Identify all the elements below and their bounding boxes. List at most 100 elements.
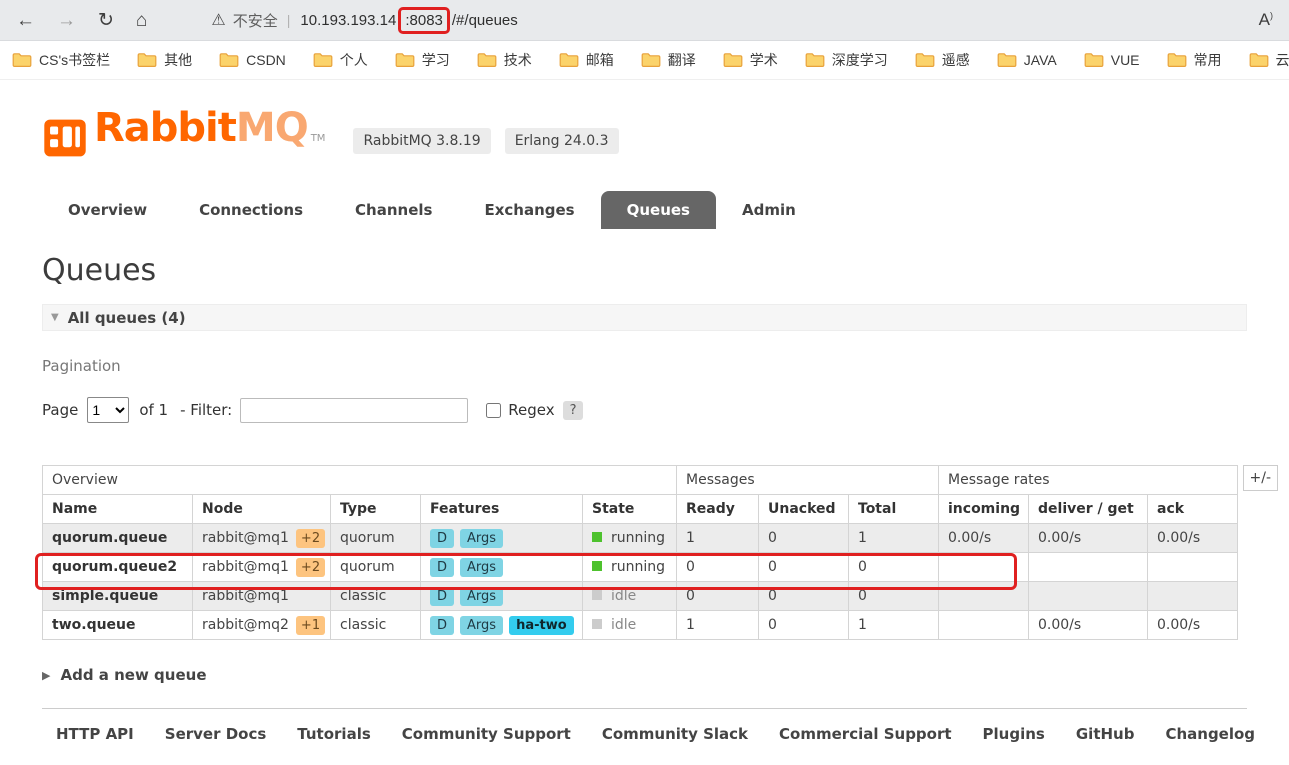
bookmark-folder[interactable]: 遥感	[915, 50, 970, 70]
state-indicator-icon	[592, 532, 602, 542]
expand-triangle-icon: ▶	[42, 668, 51, 682]
help-badge[interactable]: ?	[562, 400, 584, 420]
column-header-state: State	[582, 494, 677, 524]
tab-exchanges[interactable]: Exchanges	[458, 191, 600, 229]
tab-admin[interactable]: Admin	[716, 191, 822, 229]
queue-ack: 0.00/s	[1146, 523, 1239, 553]
footer-link-http-api[interactable]: HTTP API	[56, 725, 134, 743]
filter-input[interactable]	[240, 397, 469, 423]
queue-state: idle	[582, 610, 677, 640]
state-indicator-icon	[592, 561, 602, 571]
state-label: idle	[611, 617, 637, 633]
columns-toggle-button[interactable]: +/-	[1242, 465, 1278, 491]
node-count-badge: +2	[295, 558, 326, 577]
bookmark-label: 学习	[421, 52, 450, 68]
feature-badge-d[interactable]: D	[430, 616, 455, 635]
bookmark-folder[interactable]: JAVA	[997, 52, 1057, 68]
bookmark-folder[interactable]: 邮箱	[559, 50, 614, 70]
feature-badge-d[interactable]: D	[430, 558, 455, 577]
read-aloud-icon[interactable]: A)	[1259, 10, 1273, 30]
bookmark-folder[interactable]: 个人	[313, 50, 368, 70]
folder-icon	[313, 53, 333, 67]
node-text: rabbit@mq1	[202, 530, 289, 546]
bookmark-folder[interactable]: VUE	[1084, 52, 1140, 68]
column-header-node: Node	[192, 494, 331, 524]
bookmark-folder[interactable]: 常用	[1167, 50, 1222, 70]
bookmark-label: 其他	[164, 52, 193, 68]
feature-badge-d[interactable]: D	[430, 529, 455, 548]
bookmark-folder[interactable]: 学术	[723, 50, 778, 70]
bookmark-label: 常用	[1193, 52, 1222, 68]
address-bar[interactable]: ⚠ 不安全 | 10.193.193.14 :8083 /#/queues	[211, 6, 1258, 34]
version-badges: RabbitMQ 3.8.19 Erlang 24.0.3	[353, 128, 619, 154]
feature-badge-args[interactable]: Args	[460, 616, 504, 635]
footer-link-github[interactable]: GitHub	[1076, 725, 1135, 743]
bookmark-folder[interactable]: 学习	[395, 50, 450, 70]
queue-incoming: 0.00/s	[938, 523, 1029, 553]
feature-badge-args[interactable]: Args	[460, 558, 504, 577]
queue-ready: 1	[676, 523, 759, 553]
column-header-features: Features	[420, 494, 583, 524]
bookmark-folder[interactable]: 技术	[477, 50, 532, 70]
column-header-ready: Ready	[676, 494, 759, 524]
bookmark-folder[interactable]: 深度学习	[805, 50, 888, 70]
queue-ack: 0.00/s	[1146, 610, 1239, 640]
folder-icon	[641, 53, 661, 67]
bookmark-folder[interactable]: 云服务	[1249, 50, 1289, 70]
footer-link-commercial-support[interactable]: Commercial Support	[779, 725, 952, 743]
feature-badge-d[interactable]: D	[430, 587, 455, 606]
queue-deliver	[1028, 552, 1148, 582]
bookmark-folder[interactable]: 其他	[137, 50, 192, 70]
url-host: 10.193.193.14	[300, 11, 397, 29]
tab-connections[interactable]: Connections	[173, 191, 329, 229]
queue-ack	[1146, 552, 1239, 582]
queue-name[interactable]: simple.queue	[42, 581, 193, 611]
page-label: Page	[42, 401, 79, 419]
node-text: rabbit@mq1	[202, 588, 289, 604]
tab-channels[interactable]: Channels	[329, 191, 458, 229]
bookmark-label: CSDN	[246, 52, 286, 68]
tab-overview[interactable]: Overview	[42, 191, 173, 229]
footer-link-server-docs[interactable]: Server Docs	[165, 725, 267, 743]
queue-name[interactable]: two.queue	[42, 610, 193, 640]
state-indicator-icon	[592, 590, 602, 600]
warning-icon: ⚠	[211, 12, 226, 29]
folder-icon	[12, 53, 32, 67]
all-queues-section-header[interactable]: ▼ All queues (4)	[42, 304, 1247, 331]
reload-icon[interactable]: ↻	[98, 11, 114, 30]
folder-icon	[1167, 53, 1186, 67]
queue-row: quorum.queue rabbit@mq1 +2 quorum D Args runni…	[42, 523, 1239, 553]
page-title: Queues	[42, 253, 157, 288]
bookmark-folder[interactable]: CS's书签栏	[12, 50, 110, 70]
feature-badge-args[interactable]: Args	[460, 529, 504, 548]
logo-row: RabbitMQ TM RabbitMQ 3.8.19 Erlang 24.0.3	[42, 106, 1247, 161]
footer-link-changelog[interactable]: Changelog	[1165, 725, 1255, 743]
queue-name[interactable]: quorum.queue	[42, 523, 193, 553]
feature-badge-args[interactable]: Args	[460, 587, 504, 606]
queue-ready: 0	[676, 581, 759, 611]
add-queue-section[interactable]: ▶ Add a new queue	[42, 666, 1247, 684]
folder-icon	[805, 53, 825, 67]
queue-node: rabbit@mq1	[192, 581, 331, 611]
forward-icon[interactable]: →	[57, 11, 76, 30]
tab-queues[interactable]: Queues	[600, 191, 716, 229]
bookmark-folder[interactable]: 翻译	[641, 50, 696, 70]
bookmark-label: VUE	[1110, 52, 1140, 68]
footer-link-community-support[interactable]: Community Support	[402, 725, 571, 743]
back-icon[interactable]: ←	[16, 11, 35, 30]
bookmark-folder[interactable]: CSDN	[219, 52, 286, 68]
home-icon[interactable]: ⌂	[136, 11, 147, 30]
page-select[interactable]: 1	[87, 397, 130, 423]
footer-link-plugins[interactable]: Plugins	[983, 725, 1045, 743]
queue-unacked: 0	[758, 610, 849, 640]
footer-link-tutorials[interactable]: Tutorials	[297, 725, 370, 743]
queue-name[interactable]: quorum.queue2	[42, 552, 193, 582]
footer-link-community-slack[interactable]: Community Slack	[602, 725, 748, 743]
version-badge: Erlang 24.0.3	[504, 128, 619, 154]
queue-type: classic	[330, 610, 421, 640]
queue-total: 1	[848, 610, 939, 640]
folder-icon	[915, 53, 935, 67]
regex-checkbox[interactable]	[486, 402, 502, 418]
queue-incoming	[938, 610, 1029, 640]
feature-badge-ha-two[interactable]: ha-two	[509, 616, 574, 635]
